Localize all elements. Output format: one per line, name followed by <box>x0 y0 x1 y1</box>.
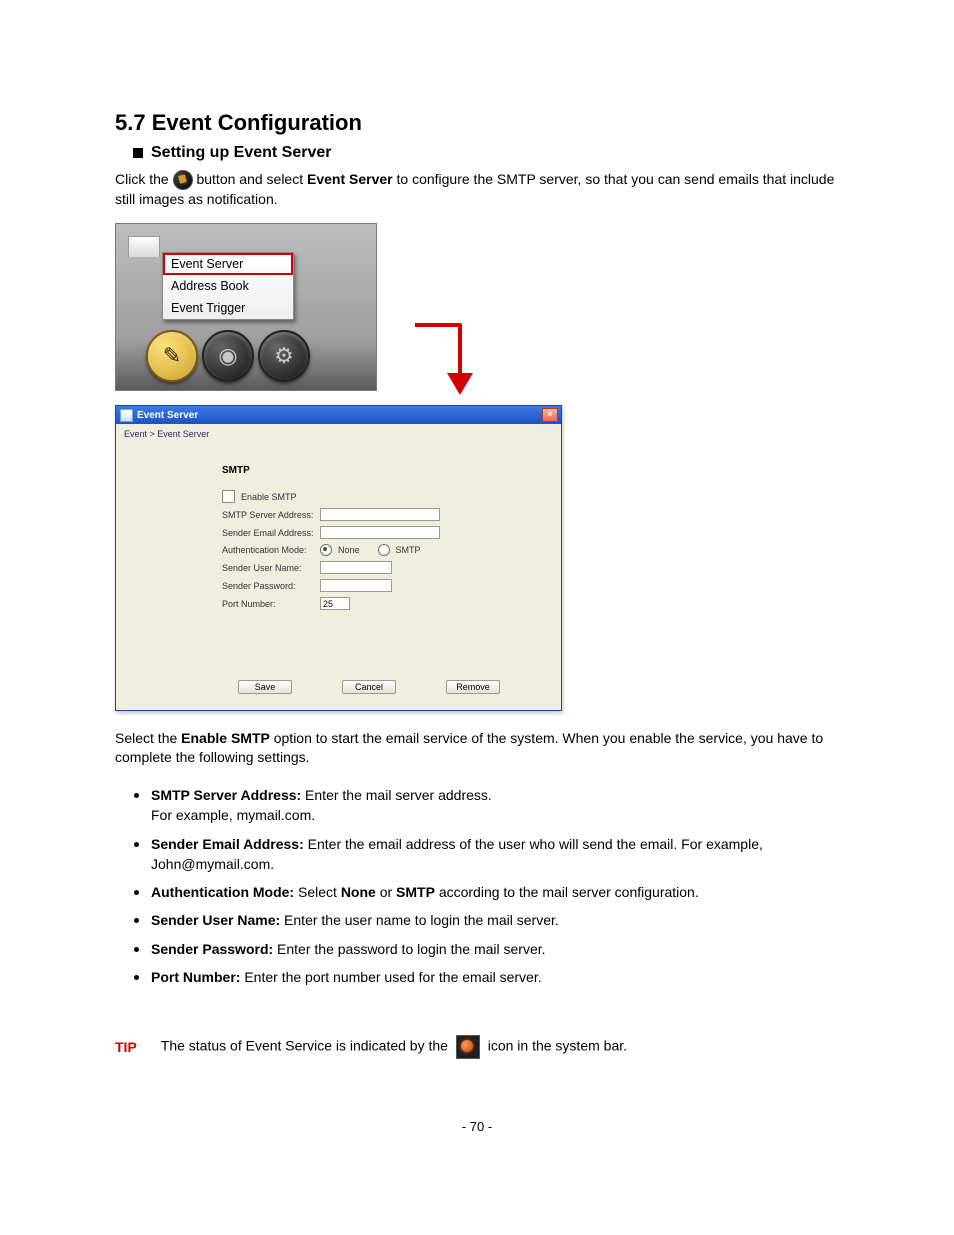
list-item: Authentication Mode: Select None or SMTP… <box>151 878 839 902</box>
smtp-server-address-label: SMTP Server Address: <box>222 510 314 520</box>
intro-text: Click the <box>115 171 173 187</box>
list-desc: according to the mail server configurati… <box>435 884 699 900</box>
page-number: - 70 - <box>115 1119 839 1134</box>
settings-list: SMTP Server Address: Enter the mail serv… <box>129 781 839 987</box>
edit-button-icon[interactable]: ✎ <box>146 330 198 382</box>
list-item: Port Number: Enter the port number used … <box>151 963 839 987</box>
list-desc: or <box>376 884 396 900</box>
settings-button-icon[interactable]: ⚙ <box>258 330 310 382</box>
red-arrow-icon <box>405 317 495 427</box>
camera-button-icon[interactable]: ◉ <box>202 330 254 382</box>
enable-smtp-checkbox[interactable] <box>222 490 235 503</box>
list-desc: Select <box>294 884 341 900</box>
pencil-icon: ✎ <box>163 343 181 369</box>
smtp-heading: SMTP <box>222 465 555 476</box>
auth-mode-label: Authentication Mode: <box>222 545 314 555</box>
intro-menu-name: Event Server <box>307 171 393 187</box>
auth-smtp-radio[interactable] <box>378 544 390 556</box>
list-term: Sender Password: <box>151 941 273 957</box>
toolbar-tab <box>128 236 160 257</box>
text: icon in the system bar. <box>488 1038 627 1054</box>
close-button[interactable]: × <box>542 408 558 422</box>
cancel-button[interactable]: Cancel <box>342 680 396 694</box>
auth-none-label: None <box>338 545 360 555</box>
square-bullet-icon <box>133 148 143 158</box>
list-term: Sender Email Address: <box>151 836 304 852</box>
list-term: SMTP Server Address: <box>151 787 301 803</box>
list-bold: None <box>341 884 376 900</box>
list-item: Sender Password: Enter the password to l… <box>151 935 839 959</box>
auth-smtp-label: SMTP <box>396 545 421 555</box>
sender-user-label: Sender User Name: <box>222 563 314 573</box>
text: The status of Event Service is indicated… <box>161 1038 452 1054</box>
list-term: Authentication Mode: <box>151 884 294 900</box>
tip-label: TIP <box>115 1039 137 1055</box>
post-dialog-paragraph: Select the Enable SMTP option to start t… <box>115 729 839 767</box>
sender-email-label: Sender Email Address: <box>222 528 314 538</box>
save-button[interactable]: Save <box>238 680 292 694</box>
camera-icon: ◉ <box>218 343 237 369</box>
text-bold: Enable SMTP <box>181 730 270 746</box>
subsection-title: Setting up Event Server <box>151 144 332 162</box>
list-item: Sender User Name: Enter the user name to… <box>151 906 839 930</box>
text: Select the <box>115 730 181 746</box>
list-desc: Enter the user name to login the mail se… <box>280 912 559 928</box>
sender-password-input[interactable] <box>320 579 392 592</box>
menu-item-address-book[interactable]: Address Book <box>163 275 293 297</box>
intro-paragraph: Click the button and select Event Server… <box>115 170 839 209</box>
menu-item-event-server[interactable]: Event Server <box>163 253 293 275</box>
gear-icon: ⚙ <box>274 343 294 369</box>
auth-none-radio[interactable] <box>320 544 332 556</box>
list-term: Sender User Name: <box>151 912 280 928</box>
intro-text: button and select <box>196 171 307 187</box>
tip-row: TIP The status of Event Service is indic… <box>115 1035 839 1059</box>
event-server-dialog: Event Server × Event > Event Server SMTP… <box>115 405 562 711</box>
list-extra: For example, mymail.com. <box>151 807 315 823</box>
port-number-input[interactable] <box>320 597 350 610</box>
list-item: Sender Email Address: Enter the email ad… <box>151 830 839 875</box>
section-title: 5.7 Event Configuration <box>115 110 839 136</box>
context-menu-figure: Event Server Address Book Event Trigger … <box>115 223 377 391</box>
list-desc: Enter the port number used for the email… <box>240 969 541 985</box>
sender-email-input[interactable] <box>320 526 440 539</box>
list-term: Port Number: <box>151 969 240 985</box>
sender-user-input[interactable] <box>320 561 392 574</box>
list-bold: SMTP <box>396 884 435 900</box>
remove-button[interactable]: Remove <box>446 680 500 694</box>
sender-password-label: Sender Password: <box>222 581 314 591</box>
breadcrumb: Event > Event Server <box>122 428 555 465</box>
port-number-label: Port Number: <box>222 599 314 609</box>
enable-smtp-label: Enable SMTP <box>241 492 297 502</box>
status-gear-icon <box>456 1035 480 1059</box>
context-menu: Event Server Address Book Event Trigger <box>162 252 294 320</box>
app-icon <box>120 409 133 422</box>
tip-text: The status of Event Service is indicated… <box>161 1035 627 1059</box>
list-desc: Enter the password to login the mail ser… <box>273 941 545 957</box>
menu-item-event-trigger[interactable]: Event Trigger <box>163 297 293 319</box>
list-desc: Enter the mail server address. <box>301 787 492 803</box>
edit-icon <box>173 170 193 190</box>
dialog-title: Event Server <box>137 410 198 421</box>
smtp-server-address-input[interactable] <box>320 508 440 521</box>
list-item: SMTP Server Address: Enter the mail serv… <box>151 781 839 826</box>
